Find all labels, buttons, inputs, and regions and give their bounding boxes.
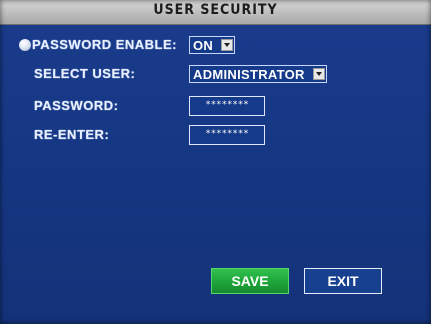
password-input[interactable]: ******** bbox=[189, 96, 265, 116]
select-user-label: SELECT USER: bbox=[34, 66, 136, 81]
chevron-down-icon[interactable] bbox=[313, 68, 325, 80]
save-button[interactable]: SAVE bbox=[211, 268, 289, 294]
re-enter-value: ******** bbox=[205, 129, 249, 139]
user-security-screen: USER SECURITY PASSWORD ENABLE: ON SELECT… bbox=[0, 0, 431, 324]
select-user-value: ADMINISTRATOR bbox=[193, 67, 305, 82]
title-bar: USER SECURITY bbox=[0, 0, 431, 25]
password-label: PASSWORD: bbox=[34, 98, 119, 113]
password-enable-value: ON bbox=[193, 38, 214, 53]
exit-button[interactable]: EXIT bbox=[304, 268, 382, 294]
window-title: USER SECURITY bbox=[153, 2, 278, 18]
chevron-down-icon[interactable] bbox=[221, 39, 233, 51]
password-enable-label: PASSWORD ENABLE: bbox=[32, 37, 177, 52]
re-enter-password-input[interactable]: ******** bbox=[189, 125, 265, 145]
select-user-select[interactable]: ADMINISTRATOR bbox=[189, 65, 327, 83]
selection-indicator-icon bbox=[19, 39, 31, 51]
re-enter-label: RE-ENTER: bbox=[34, 127, 110, 142]
password-enable-select[interactable]: ON bbox=[189, 36, 235, 54]
password-value: ******** bbox=[205, 100, 249, 110]
